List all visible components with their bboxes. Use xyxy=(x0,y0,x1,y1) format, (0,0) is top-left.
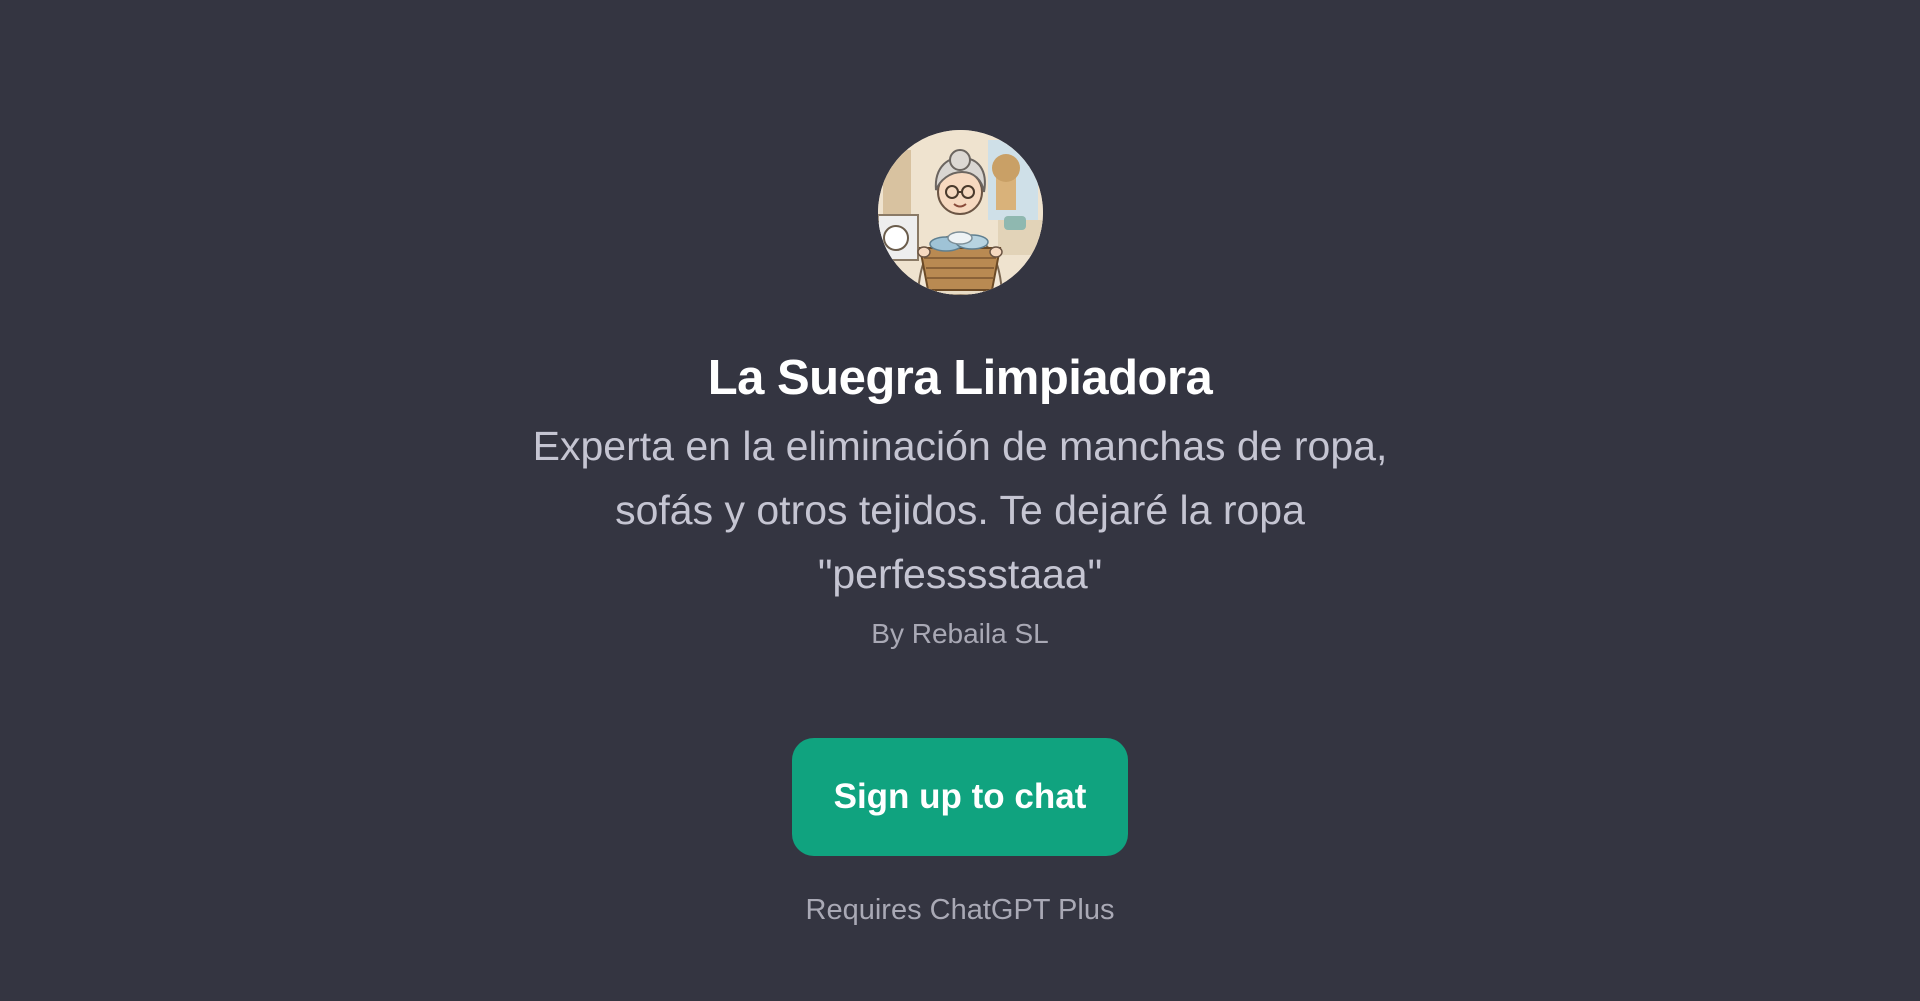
gpt-title: La Suegra Limpiadora xyxy=(707,351,1213,405)
sign-up-to-chat-button[interactable]: Sign up to chat xyxy=(792,738,1128,857)
gpt-landing-page: La Suegra Limpiadora Experta en la elimi… xyxy=(0,0,1920,1001)
gpt-description: Experta en la eliminación de manchas de … xyxy=(532,422,1388,597)
gpt-author: By Rebaila SL xyxy=(871,617,1049,649)
requires-plus-note: Requires ChatGPT Plus xyxy=(805,894,1115,927)
laundry-grandmother-avatar-icon xyxy=(877,130,1043,295)
gpt-avatar xyxy=(877,130,1043,295)
